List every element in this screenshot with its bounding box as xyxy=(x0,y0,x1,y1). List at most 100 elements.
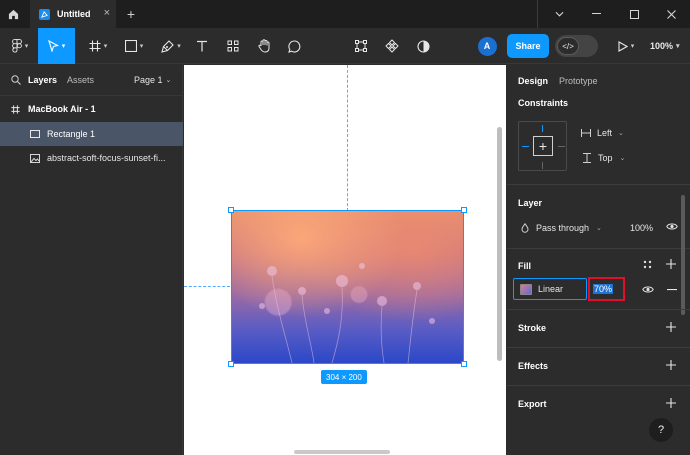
page-selector-label: Page 1 xyxy=(134,75,163,85)
resize-handle[interactable] xyxy=(228,207,234,213)
search-icon[interactable] xyxy=(11,75,21,87)
hand-tool-button[interactable] xyxy=(253,28,275,64)
style-grid-icon[interactable] xyxy=(643,260,652,269)
zoom-dropdown[interactable]: 100% ▾ xyxy=(650,28,680,64)
tab-prototype[interactable]: Prototype xyxy=(559,76,598,86)
flower-bokeh-graphic xyxy=(259,263,435,363)
panel-scrollbar[interactable] xyxy=(681,195,685,315)
resources-icon xyxy=(227,40,239,52)
main-menu-button[interactable]: ▾ xyxy=(4,28,36,64)
fill-title: Fill xyxy=(518,261,531,271)
horizontal-resize-icon xyxy=(581,129,591,137)
blend-mode-dropdown[interactable]: Pass through ⌄ xyxy=(521,223,602,233)
resize-handle[interactable] xyxy=(228,361,234,367)
help-button[interactable]: ? xyxy=(649,418,673,442)
eye-icon[interactable] xyxy=(642,285,654,294)
maximize-icon[interactable] xyxy=(623,0,645,28)
resize-handle[interactable] xyxy=(461,207,467,213)
chevron-down-icon: ⌄ xyxy=(618,130,624,137)
chevron-down-icon[interactable] xyxy=(548,0,570,28)
vertical-scrollbar[interactable] xyxy=(497,127,502,361)
crop-tool-button[interactable] xyxy=(350,28,372,64)
selection-size-label: 304 × 200 xyxy=(321,370,367,384)
tab-assets[interactable]: Assets xyxy=(67,75,94,85)
share-button[interactable]: Share xyxy=(507,34,549,58)
text-t-icon xyxy=(197,40,207,52)
file-tab[interactable]: Untitled × xyxy=(30,0,116,28)
selected-image-rectangle[interactable] xyxy=(228,207,467,367)
constraint-right-indicator[interactable] xyxy=(558,146,565,147)
contrast-half-circle-icon xyxy=(416,39,430,53)
drop-icon xyxy=(521,223,529,233)
close-window-icon[interactable] xyxy=(660,0,682,28)
fill-type-row[interactable]: Linear xyxy=(513,278,587,300)
resize-handle[interactable] xyxy=(461,361,467,367)
alignment-guide-vertical xyxy=(347,65,348,211)
divider xyxy=(507,309,690,310)
title-bar: Untitled × + xyxy=(0,0,690,28)
comment-tool-button[interactable] xyxy=(283,28,305,64)
layer-row-frame[interactable]: MacBook Air - 1 xyxy=(0,97,183,121)
minimize-icon[interactable] xyxy=(585,0,607,28)
chevron-down-icon: ▾ xyxy=(177,43,181,50)
frame-hash-icon xyxy=(11,104,20,114)
constraint-top-indicator[interactable] xyxy=(542,125,543,132)
add-export-plus-icon[interactable] xyxy=(666,398,676,408)
image-icon xyxy=(30,153,40,163)
component-icon xyxy=(385,39,399,53)
vertical-constraint-dropdown[interactable]: Top ⌄ xyxy=(583,153,625,163)
add-stroke-plus-icon[interactable] xyxy=(666,322,676,332)
export-title: Export xyxy=(518,399,547,409)
frame-hash-icon xyxy=(89,40,101,52)
present-button[interactable]: ▾ xyxy=(613,28,639,64)
tab-design[interactable]: Design xyxy=(518,76,548,86)
divider xyxy=(507,248,690,249)
shape-tool-button[interactable]: ▾ xyxy=(119,28,149,64)
vertical-constraint-value: Top xyxy=(598,153,613,163)
canvas[interactable]: 304 × 200 xyxy=(184,65,506,455)
constraint-widget[interactable]: + xyxy=(518,121,567,171)
constraint-left-indicator[interactable] xyxy=(522,146,529,147)
add-fill-plus-icon[interactable] xyxy=(666,259,676,269)
alignment-guide-horizontal xyxy=(184,286,230,287)
gradient-swatch[interactable] xyxy=(520,284,532,295)
layer-row-rectangle[interactable]: Rectangle 1 xyxy=(0,122,183,146)
chevron-down-icon: ⌄ xyxy=(619,155,626,162)
remove-fill-minus-icon[interactable] xyxy=(667,289,677,291)
dev-mode-toggle[interactable]: </> xyxy=(555,35,598,57)
horizontal-constraint-value: Left xyxy=(597,128,613,138)
cursor-arrow-icon xyxy=(47,40,59,52)
zoom-value: 100% xyxy=(650,41,674,51)
frame-tool-button[interactable]: ▾ xyxy=(83,28,113,64)
new-tab-button[interactable]: + xyxy=(122,0,140,28)
eye-icon[interactable] xyxy=(666,222,678,231)
layer-opacity-value[interactable]: 100% xyxy=(630,223,653,233)
chevron-down-icon: ▾ xyxy=(61,43,66,50)
file-tab-title: Untitled xyxy=(57,9,91,19)
constraint-bottom-indicator[interactable] xyxy=(542,162,543,169)
fill-type-label: Linear xyxy=(538,284,564,294)
contrast-toggle-button[interactable] xyxy=(412,28,434,64)
home-tab[interactable] xyxy=(0,0,26,28)
text-tool-button[interactable] xyxy=(192,28,212,64)
vertical-resize-icon xyxy=(583,153,591,163)
resources-button[interactable] xyxy=(223,28,243,64)
divider xyxy=(507,347,690,348)
rectangle-icon xyxy=(30,130,40,138)
fill-opacity-input[interactable]: 70% xyxy=(588,277,625,301)
chevron-down-icon: ▾ xyxy=(630,43,635,50)
user-avatar[interactable]: A xyxy=(476,28,498,64)
add-effect-plus-icon[interactable] xyxy=(666,360,676,370)
figma-file-icon xyxy=(39,8,50,20)
chevron-down-icon: ⌄ xyxy=(596,225,602,232)
layer-row-image[interactable]: abstract-soft-focus-sunset-fi... xyxy=(0,146,183,170)
tab-layers[interactable]: Layers xyxy=(28,75,57,85)
close-tab-icon[interactable]: × xyxy=(104,8,110,19)
component-button[interactable] xyxy=(381,28,403,64)
horizontal-scrollbar[interactable] xyxy=(294,450,390,454)
move-tool-button[interactable]: ▾ xyxy=(38,28,75,64)
pen-tool-button[interactable]: ▾ xyxy=(156,28,186,64)
horizontal-constraint-dropdown[interactable]: Left ⌄ xyxy=(581,128,624,138)
page-selector[interactable]: Page 1 ⌄ xyxy=(134,75,171,85)
chevron-down-icon: ▾ xyxy=(676,43,680,50)
